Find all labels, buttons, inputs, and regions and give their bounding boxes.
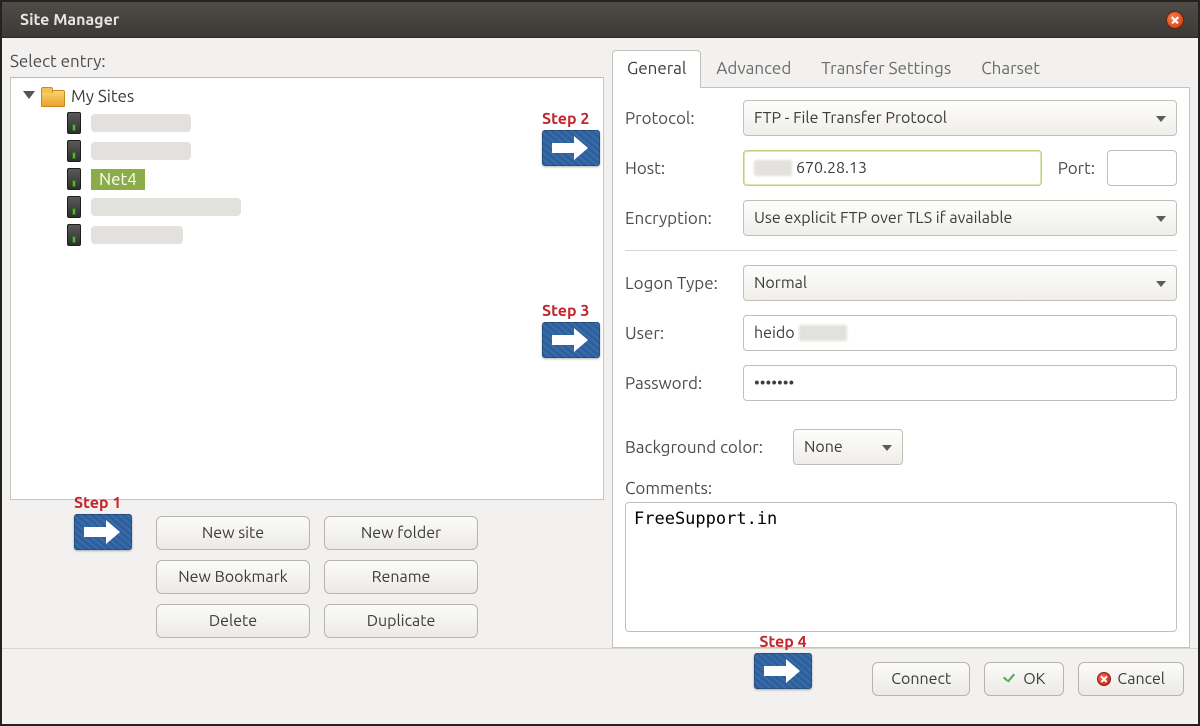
logon-type-select[interactable]: Normal: [743, 265, 1177, 301]
comments-textarea[interactable]: [625, 502, 1177, 632]
chevron-down-icon: [1156, 281, 1166, 292]
host-input[interactable]: 670.28.13: [743, 150, 1042, 186]
annotation-step-4: Step 4: [754, 633, 812, 689]
window-close-button[interactable]: [1166, 11, 1184, 29]
site-action-buttons: New site New folder New Bookmark Rename …: [10, 506, 604, 648]
site-tree[interactable]: My Sites Net4: [10, 77, 604, 500]
server-icon: [67, 196, 81, 218]
dialog-footer: Step 4 Connect OK Cancel: [2, 648, 1198, 708]
ok-button[interactable]: OK: [984, 662, 1064, 696]
site-entry[interactable]: [11, 221, 603, 249]
chevron-down-icon: [1156, 116, 1166, 127]
chevron-down-icon: [1156, 216, 1166, 227]
protocol-select[interactable]: FTP - File Transfer Protocol: [743, 100, 1177, 136]
delete-button[interactable]: Delete: [156, 604, 310, 638]
selected-site-label: Net4: [91, 169, 145, 190]
new-folder-button[interactable]: New folder: [324, 516, 478, 550]
separator: [625, 250, 1177, 251]
obscured-text: [754, 160, 792, 176]
tree-root-row[interactable]: My Sites: [11, 84, 603, 109]
select-entry-label: Select entry:: [10, 52, 604, 71]
tab-transfer[interactable]: Transfer Settings: [806, 50, 966, 88]
encryption-label: Encryption:: [625, 209, 735, 228]
protocol-label: Protocol:: [625, 109, 735, 128]
check-icon: [1003, 672, 1017, 686]
user-input[interactable]: heido: [743, 315, 1177, 351]
obscured-site-name: [91, 198, 241, 216]
window-titlebar: Site Manager: [2, 2, 1198, 38]
obscured-site-name: [91, 114, 191, 132]
obscured-text: [799, 325, 847, 341]
site-entry-selected[interactable]: Net4: [11, 165, 603, 193]
port-label: Port:: [1058, 159, 1095, 178]
bgcolor-label: Background color:: [625, 438, 785, 457]
new-site-button[interactable]: New site: [156, 516, 310, 550]
duplicate-button[interactable]: Duplicate: [324, 604, 478, 638]
new-bookmark-button[interactable]: New Bookmark: [156, 560, 310, 594]
tab-advanced[interactable]: Advanced: [701, 50, 806, 88]
window-title: Site Manager: [20, 11, 1166, 29]
password-label: Password:: [625, 374, 735, 393]
general-tab-pane: Protocol: FTP - File Transfer Protocol H…: [612, 88, 1190, 648]
rename-button[interactable]: Rename: [324, 560, 478, 594]
settings-tabs: General Advanced Transfer Settings Chars…: [612, 48, 1190, 88]
close-icon: [1097, 672, 1111, 686]
user-label: User:: [625, 324, 735, 343]
site-entry[interactable]: [11, 137, 603, 165]
connect-button[interactable]: Connect: [872, 662, 970, 696]
logon-type-label: Logon Type:: [625, 274, 735, 293]
obscured-site-name: [91, 142, 191, 160]
chevron-down-icon: [882, 445, 892, 456]
tab-charset[interactable]: Charset: [966, 50, 1055, 88]
comments-label: Comments:: [625, 479, 1177, 498]
arrow-right-icon: [754, 653, 812, 689]
chevron-down-icon[interactable]: [21, 90, 35, 104]
server-icon: [67, 112, 81, 134]
server-icon: [67, 168, 81, 190]
server-icon: [67, 224, 81, 246]
tree-root-label: My Sites: [71, 87, 134, 106]
tab-general[interactable]: General: [612, 50, 701, 88]
port-input[interactable]: [1107, 150, 1177, 186]
encryption-select[interactable]: Use explicit FTP over TLS if available: [743, 200, 1177, 236]
obscured-site-name: [91, 226, 183, 244]
site-entry[interactable]: [11, 193, 603, 221]
host-label: Host:: [625, 159, 735, 178]
bgcolor-select[interactable]: None: [793, 429, 903, 465]
server-icon: [67, 140, 81, 162]
cancel-button[interactable]: Cancel: [1078, 662, 1184, 696]
folder-icon: [41, 88, 63, 106]
site-entry[interactable]: [11, 109, 603, 137]
password-input[interactable]: •••••••: [743, 365, 1177, 401]
